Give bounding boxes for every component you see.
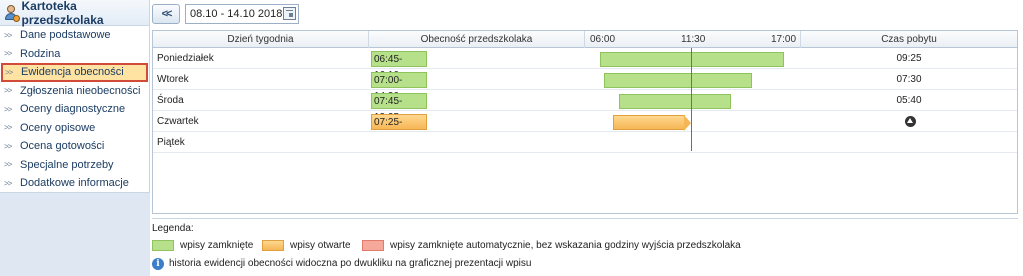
table-row[interactable]: Poniedziałek 06:45-16:10 09:25	[153, 49, 1017, 81]
entry-badge-open[interactable]: 07:25-	[371, 114, 427, 130]
week-toolbar: << 08.10 - 14.10 2018	[152, 4, 299, 24]
sidebar-item-label: Oceny opisowe	[20, 121, 96, 134]
sidebar-item-dodatkowe-informacje[interactable]: >> Dodatkowe informacje	[0, 174, 149, 193]
row-day: Poniedziałek	[157, 53, 214, 64]
table-row[interactable]: Czwartek 07:25-	[153, 112, 1017, 132]
timeline-tick-start: 06:00	[590, 34, 616, 45]
sidebar-title: Kartoteka przedszkolaka	[21, 0, 104, 27]
row-duration: 05:40	[896, 95, 922, 106]
timeline-bar[interactable]	[619, 94, 731, 109]
row-duration: 07:30	[896, 74, 922, 85]
legend-item-closed: wpisy zamknięte	[152, 239, 253, 251]
sidebar-header: Kartoteka przedszkolaka	[0, 0, 149, 27]
date-range-value: 08.10 - 14.10 2018	[190, 8, 283, 20]
sidebar-item-label: Dodatkowe informacje	[20, 177, 129, 190]
sidebar-item-label: Ewidencja obecności	[21, 66, 124, 79]
sidebar-filler	[0, 192, 150, 276]
legend-info-text: historia ewidencji obecności widoczna po…	[169, 258, 532, 269]
header-duration[interactable]: Czas pobytu	[801, 31, 1017, 48]
sidebar-item-label: Ocena gotowości	[20, 140, 105, 153]
sidebar-item-label: Rodzina	[20, 47, 61, 60]
calendar-icon[interactable]	[283, 7, 296, 20]
date-range-picker[interactable]: 08.10 - 14.10 2018	[185, 4, 299, 24]
table-row[interactable]: Piątek	[153, 133, 1017, 153]
sidebar-item-zgloszenia-nieobecnosci[interactable]: >> Zgłoszenia nieobecności	[0, 82, 149, 101]
legend-item-auto-closed: wpisy zamknięte automatycznie, bez wskaz…	[362, 239, 741, 251]
chevron-double-right-icon: >>	[5, 67, 13, 77]
legend-swatch-auto-closed	[362, 239, 384, 251]
entry-badge[interactable]: 07:45-13:25	[371, 93, 427, 123]
header-presence[interactable]: Obecność przedszkolaka	[369, 31, 585, 48]
sidebar-item-specjalne-potrzeby[interactable]: >> Specjalne potrzeby	[0, 156, 149, 175]
sidebar-item-label: Specjalne potrzeby	[20, 158, 114, 171]
sidebar-item-oceny-diagnostyczne[interactable]: >> Oceny diagnostyczne	[0, 100, 149, 119]
chevron-double-right-icon: >>	[4, 141, 12, 151]
sidebar-item-label: Oceny diagnostyczne	[20, 103, 126, 116]
arrow-up-circle-icon[interactable]	[905, 116, 916, 127]
legend-swatch-closed	[152, 239, 174, 251]
sidebar-item-ewidencja-obecnosci[interactable]: >> Ewidencja obecności	[1, 63, 148, 82]
legend-swatch-open	[262, 239, 284, 251]
sidebar-item-ocena-gotowosci[interactable]: >> Ocena gotowości	[0, 137, 149, 156]
table-row[interactable]: Wtorek 07:00-14:30 07:30	[153, 70, 1017, 102]
row-day: Środa	[157, 95, 184, 106]
timeline-tick-mid: 11:30	[681, 34, 706, 45]
sidebar-item-dane-podstawowe[interactable]: >> Dane podstawowe	[0, 26, 149, 45]
sidebar-item-label: Dane podstawowe	[20, 29, 111, 42]
chevron-double-right-icon: >>	[4, 104, 12, 114]
row-duration: 09:25	[896, 53, 922, 64]
sidebar-item-rodzina[interactable]: >> Rodzina	[0, 45, 149, 64]
legend: Legenda: wpisy zamknięte wpisy otwarte w…	[152, 218, 1018, 274]
attendance-grid: Dzień tygodnia Obecność przedszkolaka 06…	[152, 30, 1018, 214]
header-timeline: 06:00 11:30 17:00	[585, 31, 801, 48]
timeline-bar[interactable]	[604, 73, 752, 88]
legend-label-closed: wpisy zamknięte	[180, 239, 254, 251]
info-icon: i	[152, 257, 164, 270]
chevron-double-right-icon: >>	[4, 160, 12, 170]
sidebar-item-oceny-opisowe[interactable]: >> Oceny opisowe	[0, 119, 149, 138]
legend-label-open: wpisy otwarte	[290, 239, 351, 251]
legend-info: i historia ewidencji obecności widoczna …	[152, 257, 531, 270]
timeline-tick-end: 17:00	[771, 34, 797, 45]
entry-badge[interactable]: 06:45-16:10	[371, 51, 427, 81]
header-day[interactable]: Dzień tygodnia	[153, 31, 369, 48]
chevron-double-right-icon: >>	[4, 30, 12, 40]
row-day: Czwartek	[157, 116, 199, 127]
chevron-double-right-icon: >>	[4, 178, 12, 188]
row-day: Piątek	[157, 137, 185, 148]
previous-week-button[interactable]: <<	[152, 4, 180, 24]
sidebar: Kartoteka przedszkolaka >> Dane podstawow…	[0, 0, 150, 276]
legend-item-open: wpisy otwarte	[262, 239, 351, 251]
sidebar-menu: >> Dane podstawowe >> Rodzina >> Ewidencja …	[0, 26, 149, 193]
current-time-line	[691, 48, 692, 151]
timeline-bar-open[interactable]	[613, 115, 691, 131]
table-row[interactable]: Środa 07:45-13:25 05:40	[153, 91, 1017, 123]
timeline-bar[interactable]	[600, 52, 784, 67]
legend-title: Legenda:	[152, 223, 194, 234]
chevron-double-right-icon: >>	[4, 86, 12, 96]
row-day: Wtorek	[157, 74, 189, 85]
legend-label-auto-closed: wpisy zamknięte automatycznie, bez wskaz…	[390, 239, 741, 251]
child-user-icon	[4, 4, 20, 22]
grid-header: Dzień tygodnia Obecność przedszkolaka 06…	[153, 31, 1017, 48]
chevron-double-right-icon: >>	[4, 123, 12, 133]
sidebar-item-label: Zgłoszenia nieobecności	[20, 84, 141, 97]
entry-badge[interactable]: 07:00-14:30	[371, 72, 427, 102]
chevron-double-right-icon: >>	[4, 49, 12, 59]
